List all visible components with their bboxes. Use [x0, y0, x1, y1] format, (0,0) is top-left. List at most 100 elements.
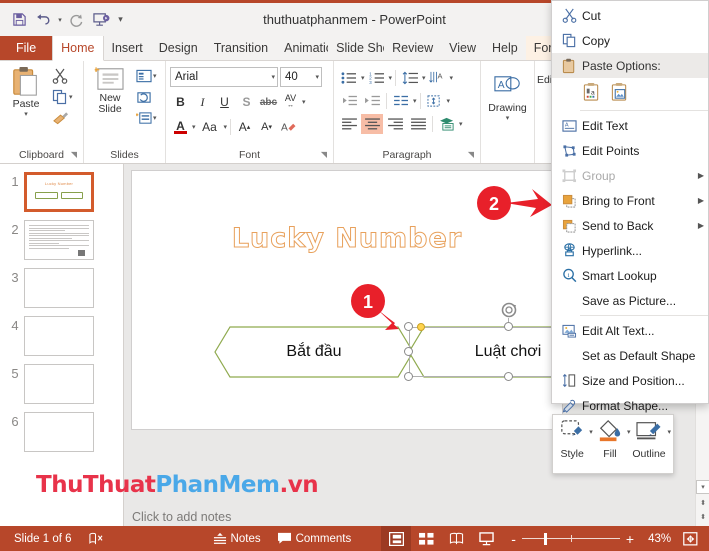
adjustment-handle[interactable] [417, 323, 425, 331]
copy-button[interactable]: ▾ [50, 87, 75, 107]
tab-animations[interactable]: Animation [276, 36, 328, 60]
thumbnail-slide-6[interactable] [24, 412, 94, 452]
tab-insert[interactable]: Insert [104, 36, 151, 60]
thumbnail-item-4[interactable]: 4 [0, 316, 123, 356]
thumbnail-slide-3[interactable] [24, 268, 94, 308]
justify-button[interactable] [407, 114, 429, 134]
context-menu-item-edit-text[interactable]: A Edit Text [552, 113, 708, 138]
font-dialog-launcher[interactable]: ◥ [321, 147, 327, 162]
text-direction-button[interactable]: A [427, 68, 449, 88]
drawing-dropdown-icon[interactable]: ▾ [506, 114, 510, 122]
undo-dropdown-icon[interactable]: ▾ [56, 9, 64, 31]
bullets-button[interactable] [338, 68, 360, 88]
shape-mini-toolbar[interactable]: Style ▾ Fill ▾ Outline ▾ [552, 414, 674, 474]
save-icon[interactable] [8, 9, 30, 31]
style-button[interactable]: Style [555, 419, 589, 460]
tab-help[interactable]: Help [484, 36, 526, 60]
paste-keep-source-formatting-icon[interactable]: a [582, 82, 601, 105]
font-name-input[interactable]: Arial ▾ [170, 67, 278, 87]
context-menu-item-set-default-shape[interactable]: Set as Default Shape [552, 343, 708, 368]
tab-view[interactable]: View [441, 36, 484, 60]
handle-middle-left[interactable] [404, 347, 413, 356]
decrease-font-size-button[interactable]: A▾ [256, 117, 277, 137]
clipboard-dialog-launcher[interactable]: ◥ [71, 147, 77, 162]
thumbnail-slide-2[interactable] [24, 220, 94, 260]
strikethrough-button[interactable]: abc [258, 92, 279, 112]
zoom-knob[interactable] [544, 533, 547, 545]
thumbnail-item-2[interactable]: 2 [0, 220, 123, 260]
tab-design[interactable]: Design [151, 36, 206, 60]
zoom-level[interactable]: 43% [644, 526, 675, 551]
increase-indent-button[interactable] [361, 91, 383, 111]
handle-bottom-left[interactable] [404, 372, 413, 381]
text-shadow-button[interactable]: S [236, 92, 257, 112]
layout-button[interactable]: ▾ [134, 66, 159, 86]
cut-button[interactable] [50, 66, 75, 86]
section-button[interactable]: ▾ [134, 108, 159, 128]
zoom-slider[interactable]: - + [501, 531, 644, 547]
thumbnail-item-6[interactable]: 6 [0, 412, 123, 452]
decrease-indent-button[interactable] [338, 91, 360, 111]
drawing-button[interactable]: A Drawing ▾ [485, 72, 530, 122]
normal-view-icon[interactable] [381, 526, 411, 551]
slide-title-text[interactable]: Lucky Number [132, 223, 562, 254]
context-menu-item-cut[interactable]: Cut [552, 3, 708, 28]
zoom-in-button[interactable]: + [620, 531, 640, 547]
context-menu-item-edit-points[interactable]: Edit Points [552, 138, 708, 163]
tab-home[interactable]: Home [52, 36, 103, 61]
align-left-button[interactable] [338, 114, 360, 134]
zoom-out-button[interactable]: - [505, 531, 522, 547]
align-right-button[interactable] [384, 114, 406, 134]
context-menu-item-size-position[interactable]: Size and Position... [552, 368, 708, 393]
start-slideshow-icon[interactable] [90, 9, 112, 31]
increase-font-size-button[interactable]: A▴ [234, 117, 255, 137]
thumbnail-item-5[interactable]: 5 [0, 364, 123, 404]
thumbnail-slide-1[interactable]: Lucky Number [24, 172, 94, 212]
notes-button[interactable]: Notes [205, 526, 269, 551]
font-size-dropdown-icon[interactable]: ▾ [315, 73, 319, 81]
thumbnail-slide-4[interactable] [24, 316, 94, 356]
paste-as-picture-icon[interactable] [610, 82, 629, 105]
previous-slide-icon[interactable]: ⬍ [696, 496, 709, 510]
context-menu-item-smart-lookup[interactable]: i Smart Lookup [552, 263, 708, 288]
slide-counter[interactable]: Slide 1 of 6 [0, 526, 80, 551]
rotate-handle-icon[interactable] [500, 301, 518, 319]
tab-review[interactable]: Review [384, 36, 441, 60]
change-case-button[interactable]: Aa [197, 117, 223, 137]
columns-button[interactable] [390, 91, 412, 111]
notes-placeholder[interactable]: Click to add notes [132, 510, 231, 524]
align-center-button[interactable] [361, 114, 383, 134]
context-menu-item-format-shape[interactable]: Format Shape... [552, 393, 708, 418]
undo-icon[interactable] [32, 9, 54, 31]
scroll-down-icon[interactable]: ▾ [696, 480, 709, 494]
context-menu-item-bring-to-front[interactable]: Bring to Front ▶ [552, 188, 708, 213]
context-menu-item-edit-alt-text[interactable]: Edit Alt Text... [552, 318, 708, 343]
paste-dropdown-icon[interactable]: ▾ [24, 110, 28, 118]
underline-button[interactable]: U [214, 92, 235, 112]
comments-button[interactable]: Comments [269, 526, 360, 551]
font-name-dropdown-icon[interactable]: ▾ [271, 73, 275, 81]
tab-transitions[interactable]: Transition [206, 36, 276, 60]
handle-top-center[interactable] [504, 322, 513, 331]
spell-check-icon[interactable] [80, 526, 111, 551]
paste-button[interactable]: Paste ▾ [4, 64, 48, 118]
next-slide-icon[interactable]: ⬍ [696, 510, 709, 524]
reset-button[interactable] [134, 87, 159, 107]
font-color-button[interactable]: A [170, 117, 191, 137]
slide-surface[interactable]: Lucky Number Bắt đầu Luật chơi [132, 171, 562, 429]
zoom-track[interactable] [522, 532, 620, 546]
shape-context-menu[interactable]: Cut Copy Paste Options: a A [551, 0, 709, 404]
tab-slide-show[interactable]: Slide Show [328, 36, 384, 60]
thumbnail-item-3[interactable]: 3 [0, 268, 123, 308]
numbering-button[interactable]: 123 [366, 68, 388, 88]
reading-view-icon[interactable] [441, 526, 471, 551]
tab-file[interactable]: File [0, 36, 52, 60]
font-size-input[interactable]: 40 ▾ [280, 67, 322, 87]
thumbnail-item-1[interactable]: 1 Lucky Number [0, 172, 123, 212]
character-spacing-button[interactable]: AV ↔ [280, 92, 301, 112]
handle-bottom-center[interactable] [504, 372, 513, 381]
fit-to-window-icon[interactable] [675, 526, 708, 551]
convert-to-smartart-button[interactable] [436, 114, 458, 134]
format-painter-button[interactable] [50, 108, 75, 128]
paragraph-dialog-launcher[interactable]: ◥ [468, 147, 474, 162]
